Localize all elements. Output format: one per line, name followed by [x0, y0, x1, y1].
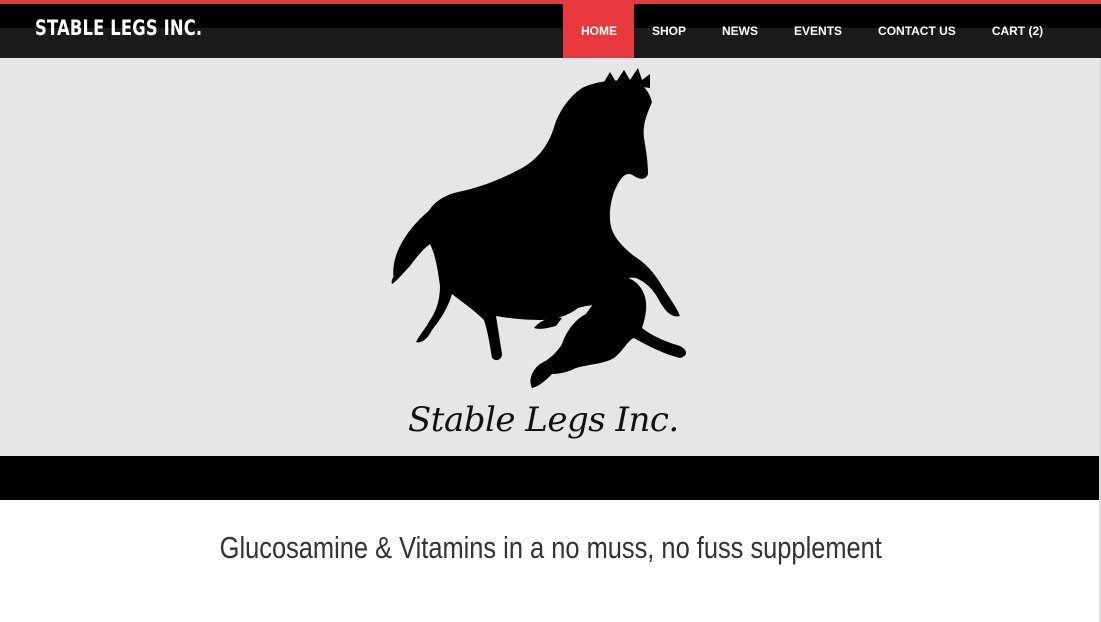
- nav-home[interactable]: HOME: [563, 4, 634, 58]
- logo-graphic: [391, 68, 686, 388]
- nav-events[interactable]: EVENTS: [776, 4, 860, 58]
- logo-wordmark: Stable Legs Inc.: [408, 400, 679, 440]
- site-header: STABLE LEGS INC. HOME SHOP NEWS EVENTS C…: [0, 4, 1101, 58]
- nav-cart[interactable]: CART (2): [974, 4, 1061, 58]
- nav-contact-us[interactable]: CONTACT US: [860, 4, 974, 58]
- site-title[interactable]: STABLE LEGS INC.: [35, 16, 202, 40]
- nav-news[interactable]: NEWS: [704, 4, 776, 58]
- tagline-text: Glucosamine & Vitamins in a no muss, no …: [219, 530, 882, 565]
- page: STABLE LEGS INC. HOME SHOP NEWS EVENTS C…: [0, 0, 1101, 622]
- hero-banner: Stable Legs Inc.: [0, 58, 1101, 456]
- hero-bottom-band: [0, 456, 1101, 500]
- main-nav: HOME SHOP NEWS EVENTS CONTACT US CART (2…: [563, 4, 1061, 58]
- tagline-heading: Glucosamine & Vitamins in a no muss, no …: [0, 530, 1101, 566]
- nav-shop[interactable]: SHOP: [634, 4, 704, 58]
